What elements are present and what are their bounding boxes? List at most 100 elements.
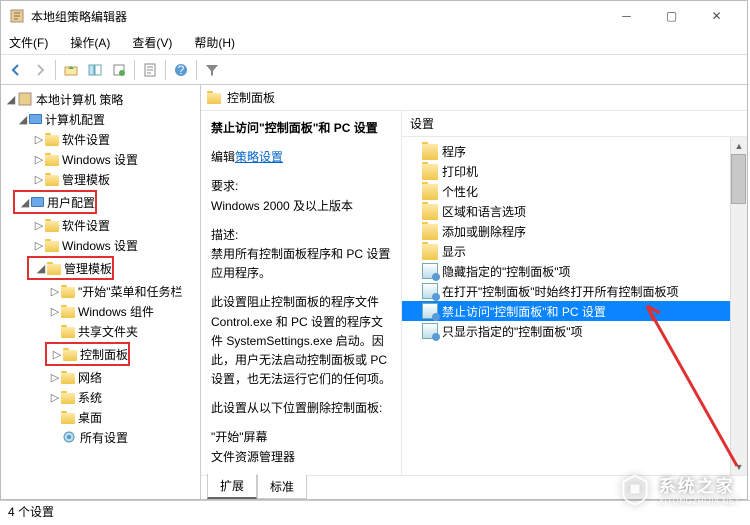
folder-icon	[207, 93, 221, 104]
item-label: 显示	[442, 243, 466, 260]
list-item[interactable]: 个性化	[402, 181, 747, 201]
folder-icon	[422, 244, 438, 260]
tree-computer-config[interactable]: ◢ 计算机配置	[3, 109, 198, 129]
maximize-button[interactable]: ▢	[649, 2, 694, 30]
filter-button[interactable]	[201, 59, 223, 81]
tree-panel[interactable]: ◢本地计算机 策略 ◢ 计算机配置 ▷ 软件设置 ▷Windows 设置 ▷管理模板…	[1, 85, 201, 499]
toolbar-separator	[196, 60, 197, 80]
tree-label: 计算机配置	[45, 111, 105, 128]
tree-item[interactable]: 桌面	[3, 407, 198, 427]
folder-icon	[422, 184, 438, 200]
content-title: 控制面板	[227, 89, 275, 106]
tree-item[interactable]: ▷Windows 组件	[3, 301, 198, 321]
back-button[interactable]	[5, 59, 27, 81]
tree-label: 软件设置	[62, 217, 110, 234]
expand-icon[interactable]: ▷	[49, 391, 61, 404]
description-text: 此设置阻止控制面板的程序文件 Control.exe 和 PC 设置的程序文件 …	[211, 293, 391, 389]
tree-label: 所有设置	[80, 429, 128, 446]
tree-admin-templates[interactable]: ◢管理模板	[29, 258, 112, 278]
tab-standard[interactable]: 标准	[257, 475, 307, 499]
folder-icon	[61, 413, 75, 424]
expand-icon[interactable]: ◢	[35, 262, 47, 275]
expand-icon[interactable]: ▷	[49, 371, 61, 384]
window-title: 本地组策略编辑器	[31, 8, 604, 25]
toolbar-separator	[55, 60, 56, 80]
item-label: 个性化	[442, 183, 478, 200]
expand-icon[interactable]: ▷	[33, 173, 45, 186]
tree-label: 网络	[78, 369, 102, 386]
tree-item[interactable]: ▷ 网络	[3, 367, 198, 387]
list-item[interactable]: 程序	[402, 141, 747, 161]
list-item[interactable]: 区域和语言选项	[402, 201, 747, 221]
list-item[interactable]: 隐藏指定的"控制面板"项	[402, 261, 747, 281]
scroll-thumb[interactable]	[731, 154, 746, 204]
close-button[interactable]: ✕	[694, 2, 739, 30]
requirements-label: 要求:	[211, 177, 391, 196]
settings-column-header[interactable]: 设置	[402, 111, 747, 137]
computer-icon	[29, 114, 42, 124]
up-button[interactable]	[60, 59, 82, 81]
item-label: 在打开"控制面板"时始终打开所有控制面板项	[442, 283, 679, 300]
expand-icon[interactable]: ◢	[17, 113, 29, 126]
edit-policy-link[interactable]: 策略设置	[235, 150, 283, 164]
menu-action[interactable]: 操作(A)	[66, 32, 114, 53]
folder-icon	[61, 373, 75, 384]
toolbar-separator	[165, 60, 166, 80]
tree-item[interactable]: ▷"开始"菜单和任务栏	[3, 281, 198, 301]
expand-icon[interactable]: ▷	[33, 239, 45, 252]
tab-extended[interactable]: 扩展	[207, 474, 257, 499]
expand-icon[interactable]: ▷	[51, 348, 63, 361]
folder-icon	[422, 224, 438, 240]
tree-user-config[interactable]: ◢ 用户配置	[15, 192, 95, 212]
expand-icon[interactable]: ▷	[33, 133, 45, 146]
expand-icon[interactable]: ◢	[19, 196, 31, 209]
show-hide-tree-button[interactable]	[84, 59, 106, 81]
expand-icon[interactable]: ▷	[49, 305, 61, 318]
toolbar: ?	[1, 55, 747, 85]
description-text: 禁用所有控制面板程序和 PC 设置应用程序。	[211, 245, 391, 283]
item-label: 添加或删除程序	[442, 223, 526, 240]
menu-help[interactable]: 帮助(H)	[190, 32, 239, 53]
tree-item[interactable]: 共享文件夹	[3, 321, 198, 341]
expand-icon[interactable]: ▷	[33, 153, 45, 166]
item-label: 打印机	[442, 163, 478, 180]
tree-item[interactable]: ▷Windows 设置	[3, 235, 198, 255]
folder-icon	[63, 350, 77, 361]
list-item[interactable]: 添加或删除程序	[402, 221, 747, 241]
folder-icon	[61, 287, 75, 298]
tree-label: 软件设置	[62, 131, 110, 148]
list-item[interactable]: 打印机	[402, 161, 747, 181]
help-button[interactable]: ?	[170, 59, 192, 81]
menu-file[interactable]: 文件(F)	[5, 32, 52, 53]
minimize-button[interactable]: ─	[604, 2, 649, 30]
menu-view[interactable]: 查看(V)	[128, 32, 176, 53]
item-label: 隐藏指定的"控制面板"项	[442, 263, 571, 280]
tree-item[interactable]: ▷ 软件设置	[3, 215, 198, 235]
tree-item[interactable]: ▷管理模板	[3, 169, 198, 189]
tree-item[interactable]: ▷ 软件设置	[3, 129, 198, 149]
export-button[interactable]	[108, 59, 130, 81]
app-icon	[9, 8, 25, 24]
folder-icon	[45, 221, 59, 232]
properties-button[interactable]	[139, 59, 161, 81]
tree-label: 系统	[78, 389, 102, 406]
expand-icon[interactable]: ▷	[33, 219, 45, 232]
forward-button[interactable]	[29, 59, 51, 81]
list-item[interactable]: 显示	[402, 241, 747, 261]
folder-icon	[47, 264, 61, 275]
tree-item[interactable]: ▷ 系统	[3, 387, 198, 407]
item-label: 只显示指定的"控制面板"项	[442, 323, 583, 340]
tree-root[interactable]: ◢本地计算机 策略	[3, 89, 198, 109]
scroll-up-icon[interactable]: ▲	[731, 137, 747, 154]
tree-control-panel[interactable]: ▷控制面板	[47, 344, 128, 364]
policy-title: 禁止访问"控制面板"和 PC 设置	[211, 119, 391, 138]
annotation-arrow	[642, 301, 747, 475]
description-text: 文件资源管理器	[211, 448, 391, 467]
expand-icon[interactable]: ◢	[5, 93, 17, 106]
tree-item[interactable]: 所有设置	[3, 427, 198, 447]
list-item[interactable]: 在打开"控制面板"时始终打开所有控制面板项	[402, 281, 747, 301]
tree-item[interactable]: ▷Windows 设置	[3, 149, 198, 169]
expand-icon[interactable]: ▷	[49, 285, 61, 298]
tree-label: 用户配置	[47, 194, 95, 211]
status-text: 4 个设置	[8, 503, 54, 520]
